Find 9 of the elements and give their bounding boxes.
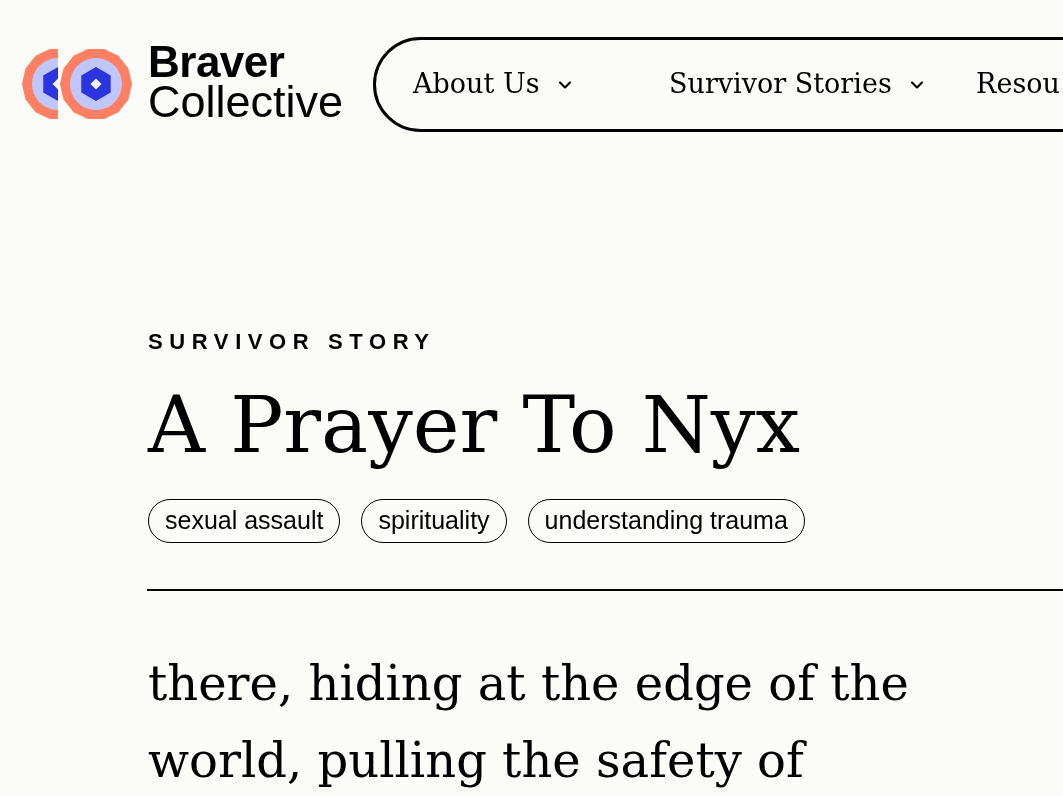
category-label: SURVIVOR STORY	[148, 329, 436, 355]
logo-wordmark-line: Braver	[148, 43, 285, 80]
nav-link[interactable]: Survivor Stories	[669, 64, 927, 105]
nav-link[interactable]: Resou	[976, 64, 1060, 105]
article-body: there, hiding at the edge of the world, pulling the safety of	[148, 654, 910, 790]
article-title: A Prayer To Nyx	[148, 381, 800, 469]
logo-icon	[22, 46, 132, 121]
nav-link[interactable]: About Us	[413, 64, 575, 105]
logo-wordmark-line: Collective	[148, 79, 344, 124]
